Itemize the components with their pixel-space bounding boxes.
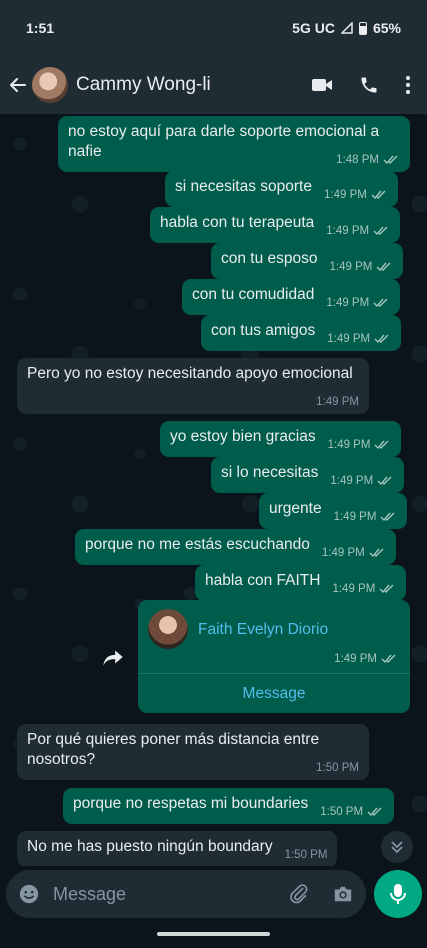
message-input[interactable]: Message bbox=[53, 884, 288, 905]
message-bubble[interactable]: porque no respetas mi boundaries 1:50 PM bbox=[63, 788, 395, 824]
message-composer: Message bbox=[6, 870, 366, 918]
message-time: 1:49 PM bbox=[324, 189, 367, 201]
message-time: 1:50 PM bbox=[316, 762, 359, 774]
message-time: 1:49 PM bbox=[327, 439, 371, 451]
message-text: habla con FAITH bbox=[205, 572, 321, 589]
message-bubble[interactable]: con tu comudidad 1:49 PM bbox=[182, 279, 401, 315]
read-ticks-icon bbox=[371, 190, 386, 200]
message-bubble[interactable]: habla con FAITH 1:49 PM bbox=[195, 565, 407, 601]
status-indicators: 5G UC 65% bbox=[292, 20, 401, 36]
mic-button[interactable] bbox=[374, 870, 422, 918]
message-time: 1:49 PM bbox=[330, 475, 374, 487]
network-label: 5G UC bbox=[292, 20, 335, 36]
message-text: con tu comudidad bbox=[192, 286, 315, 303]
message-bubble[interactable]: habla con tu terapeuta 1:49 PM bbox=[150, 207, 401, 243]
battery-level: 65% bbox=[372, 20, 401, 36]
message-time: 1:49 PM bbox=[334, 653, 377, 665]
message-time: 1:50 PM bbox=[320, 806, 364, 818]
microphone-icon bbox=[390, 884, 406, 904]
read-ticks-icon bbox=[374, 334, 389, 344]
message-bubble[interactable]: yo estoy bien gracias 1:49 PM bbox=[160, 421, 402, 457]
phone-call-icon[interactable] bbox=[359, 75, 379, 95]
back-arrow-icon[interactable] bbox=[8, 75, 28, 95]
contact-name[interactable]: Cammy Wong-li bbox=[76, 74, 211, 96]
read-ticks-icon bbox=[367, 807, 382, 817]
message-text: Por qué quieres poner más distancia entr… bbox=[27, 731, 320, 768]
message-text: no estoy aquí para darle soporte emocion… bbox=[68, 123, 380, 160]
attach-icon[interactable] bbox=[288, 883, 310, 905]
message-time: 1:49 PM bbox=[333, 511, 377, 523]
message-text: con tus amigos bbox=[211, 322, 316, 339]
header-actions bbox=[311, 75, 419, 95]
message-text: con tu esposo bbox=[221, 250, 318, 267]
message-time: 1:49 PM bbox=[321, 547, 365, 559]
message-bubble[interactable]: con tus amigos 1:49 PM bbox=[201, 315, 402, 351]
contact-card[interactable]: Faith Evelyn Diorio 1:49 PM Message bbox=[138, 600, 410, 713]
scroll-down-button[interactable] bbox=[381, 831, 413, 863]
message-bubble[interactable]: si necesitas soporte 1:49 PM bbox=[165, 171, 398, 207]
double-chevron-down-icon bbox=[391, 841, 403, 854]
contact-avatar[interactable] bbox=[32, 67, 68, 103]
message-bubble[interactable]: porque no me estás escuchando 1:49 PM bbox=[75, 529, 396, 565]
read-ticks-icon bbox=[373, 298, 388, 308]
forward-icon[interactable] bbox=[100, 644, 126, 670]
message-time: 1:49 PM bbox=[327, 333, 371, 345]
message-time: 1:50 PM bbox=[284, 849, 328, 861]
video-call-icon[interactable] bbox=[311, 77, 333, 93]
read-ticks-icon bbox=[380, 512, 395, 522]
signal-icon bbox=[340, 22, 353, 34]
message-text: Pero yo no estoy necesitando apoyo emoci… bbox=[27, 365, 353, 382]
camera-icon[interactable] bbox=[332, 884, 354, 904]
message-text: si lo necesitas bbox=[221, 464, 319, 481]
more-options-icon[interactable] bbox=[405, 75, 411, 95]
message-text: habla con tu terapeuta bbox=[160, 214, 315, 231]
message-bubble[interactable]: Pero yo no estoy necesitando apoyo emoci… bbox=[17, 358, 369, 414]
message-text: urgente bbox=[269, 500, 322, 517]
message-time: 1:49 PM bbox=[329, 261, 373, 273]
message-text: porque no me estás escuchando bbox=[85, 536, 310, 553]
status-time: 1:51 bbox=[26, 20, 55, 36]
message-time: 1:49 PM bbox=[316, 396, 359, 408]
battery-icon bbox=[358, 21, 367, 35]
contact-message-button[interactable]: Message bbox=[138, 674, 410, 713]
read-ticks-icon bbox=[373, 226, 388, 236]
read-ticks-icon bbox=[369, 548, 384, 558]
read-ticks-icon bbox=[376, 262, 391, 272]
message-time: 1:49 PM bbox=[326, 297, 370, 309]
message-text: yo estoy bien gracias bbox=[170, 428, 316, 445]
message-bubble[interactable]: Por qué quieres poner más distancia entr… bbox=[17, 724, 369, 780]
message-time: 1:49 PM bbox=[332, 583, 376, 595]
read-ticks-icon bbox=[377, 476, 392, 486]
read-ticks-icon bbox=[374, 440, 389, 450]
contact-card-avatar bbox=[148, 609, 188, 649]
status-bar: 1:51 5G UC 65% bbox=[0, 0, 427, 56]
read-ticks-icon bbox=[383, 155, 398, 165]
message-text: si necesitas soporte bbox=[175, 178, 312, 195]
read-ticks-icon bbox=[379, 584, 394, 594]
emoji-icon[interactable] bbox=[18, 883, 40, 905]
chat-header: Cammy Wong-li bbox=[0, 56, 427, 114]
message-bubble[interactable]: no estoy aquí para darle soporte emocion… bbox=[58, 116, 410, 172]
message-time: 1:48 PM bbox=[336, 154, 379, 166]
home-indicator[interactable] bbox=[157, 932, 270, 936]
message-text: porque no respetas mi boundaries bbox=[73, 795, 309, 812]
message-time: 1:49 PM bbox=[326, 225, 370, 237]
message-bubble[interactable]: No me has puesto ningún boundary 1:50 PM bbox=[17, 831, 338, 866]
message-text: No me has puesto ningún boundary bbox=[27, 838, 273, 855]
message-bubble[interactable]: si lo necesitas 1:49 PM bbox=[211, 457, 405, 493]
read-ticks-icon bbox=[381, 654, 396, 664]
message-bubble[interactable]: con tu esposo 1:49 PM bbox=[211, 243, 404, 279]
chat-area[interactable]: no estoy aquí para darle soporte emocion… bbox=[0, 114, 427, 866]
contact-card-name: Faith Evelyn Diorio bbox=[198, 621, 329, 638]
message-bubble[interactable]: urgente 1:49 PM bbox=[259, 493, 408, 529]
